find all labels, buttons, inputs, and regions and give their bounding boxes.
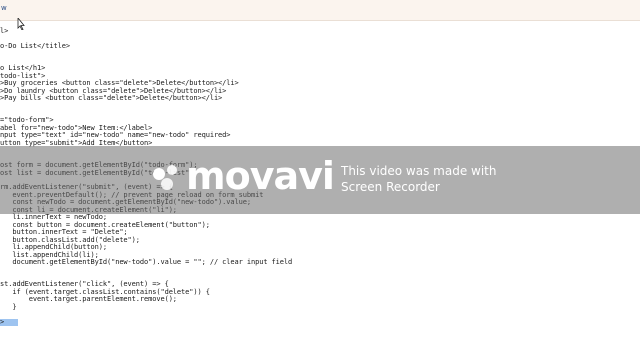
movavi-logo-icon	[153, 165, 177, 190]
watermark-brand: movavi	[186, 154, 335, 198]
code-line: document.getElementById("new-todo").valu…	[0, 257, 293, 266]
view-menu[interactable]: w	[1, 4, 7, 12]
code-line: >Pay bills <button class="delete">Delete…	[0, 94, 223, 103]
watermark-line1: This video was made with	[341, 164, 497, 178]
editor-toolbar: w	[0, 0, 640, 30]
code-line: o-Do List</title>	[0, 41, 70, 50]
code-line: l>	[0, 27, 9, 35]
code-line: event.target.parentElement.remove();	[0, 295, 177, 304]
watermark-line2: Screen Recorder	[341, 180, 440, 194]
code-line: }	[0, 302, 17, 311]
code-line: >	[0, 317, 5, 326]
